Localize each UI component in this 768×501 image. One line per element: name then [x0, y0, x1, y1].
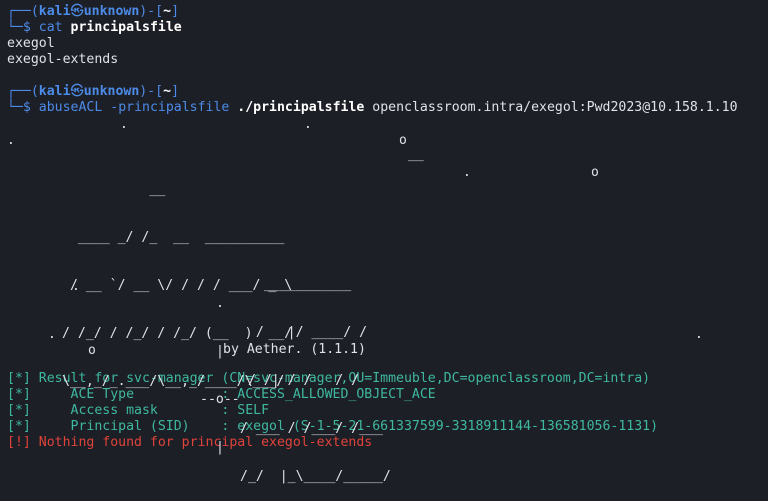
tick-decoration: __: [408, 147, 424, 162]
star-decoration: .: [120, 117, 128, 132]
banner-acl-art: ___________ / |/ ____/ / / /| / / / / / …: [240, 277, 391, 484]
command-line: └─$ cat principalsfile: [7, 20, 182, 35]
star-decoration: .: [7, 133, 15, 148]
compass-decoration: . | --o-- |: [200, 296, 240, 455]
star-decoration: .: [72, 279, 80, 294]
circle-decoration: o: [88, 343, 96, 358]
star-decoration: .: [463, 165, 471, 180]
star-decoration: .: [695, 327, 703, 342]
circle-decoration: o: [399, 133, 407, 148]
circle-decoration: o: [591, 165, 599, 180]
command-line: └─$ abuseACL -principalsfile ./principal…: [7, 100, 738, 115]
star-decoration: .: [304, 117, 312, 132]
prompt-line-top: ┌──(kali㉿unknown)-[~]: [7, 84, 180, 99]
star-decoration: .: [48, 327, 56, 342]
banner-author: by Aether. (1.1.1): [223, 342, 366, 357]
output-line: exegol-extends: [7, 52, 119, 67]
prompt-line-top: ┌──(kali㉿unknown)-[~]: [7, 4, 180, 19]
output-line: exegol: [7, 36, 55, 51]
